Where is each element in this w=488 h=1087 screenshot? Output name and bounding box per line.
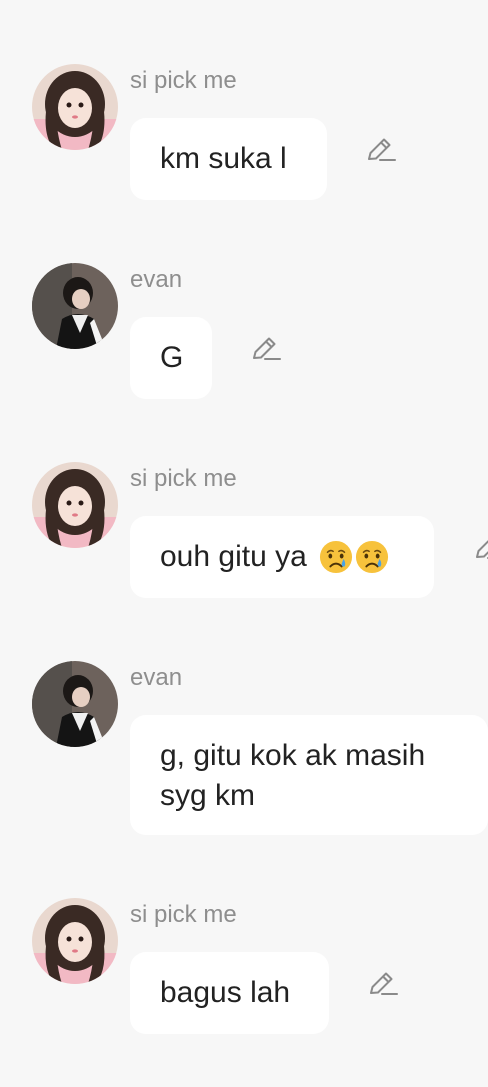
message-text: g, gitu kok ak masih syg km (160, 739, 426, 812)
girl-avatar-image (32, 462, 118, 548)
avatar[interactable] (32, 898, 118, 984)
pencil-icon (370, 972, 398, 995)
edit-button[interactable] (364, 134, 396, 166)
message-text: bagus lah (160, 976, 291, 1009)
message-item: evan g, gitu kok ak masih syg km (0, 661, 488, 841)
boy-avatar-image (32, 263, 118, 349)
chat-message-list: si pick me km suka l evan G si pick me o… (0, 0, 488, 1087)
message-item: si pick me bagus lah (0, 898, 488, 1038)
message-text: ouh gitu ya (160, 540, 307, 573)
sender-name: evan (130, 266, 183, 293)
crying-face-emoji (319, 540, 352, 574)
message-bubble[interactable]: ouh gitu ya (130, 516, 434, 598)
sender-name: si pick me (130, 67, 237, 94)
boy-avatar-image (32, 661, 118, 747)
avatar[interactable] (32, 661, 118, 747)
message-bubble[interactable]: G (130, 317, 212, 399)
crying-face-emoji (355, 540, 388, 574)
edit-button[interactable] (249, 333, 281, 365)
girl-avatar-image (32, 898, 118, 984)
avatar[interactable] (32, 263, 118, 349)
pencil-icon (368, 138, 396, 161)
message-item: evan G (0, 263, 488, 403)
message-bubble[interactable]: km suka l (130, 118, 327, 200)
pencil-icon (253, 337, 281, 360)
sender-name: si pick me (130, 901, 237, 928)
avatar[interactable] (32, 462, 118, 548)
message-item: si pick me ouh gitu ya (0, 462, 488, 602)
edit-button[interactable] (366, 968, 398, 1000)
girl-avatar-image (32, 64, 118, 150)
message-item: si pick me km suka l (0, 64, 488, 204)
pencil-icon (476, 540, 488, 559)
message-text: km suka l (160, 142, 287, 175)
sender-name: evan (130, 664, 183, 691)
avatar[interactable] (32, 64, 118, 150)
message-bubble[interactable]: g, gitu kok ak masih syg km (130, 715, 488, 835)
edit-button[interactable] (472, 532, 488, 564)
message-text: G (160, 341, 184, 374)
message-bubble[interactable]: bagus lah (130, 952, 329, 1034)
sender-name: si pick me (130, 465, 237, 492)
